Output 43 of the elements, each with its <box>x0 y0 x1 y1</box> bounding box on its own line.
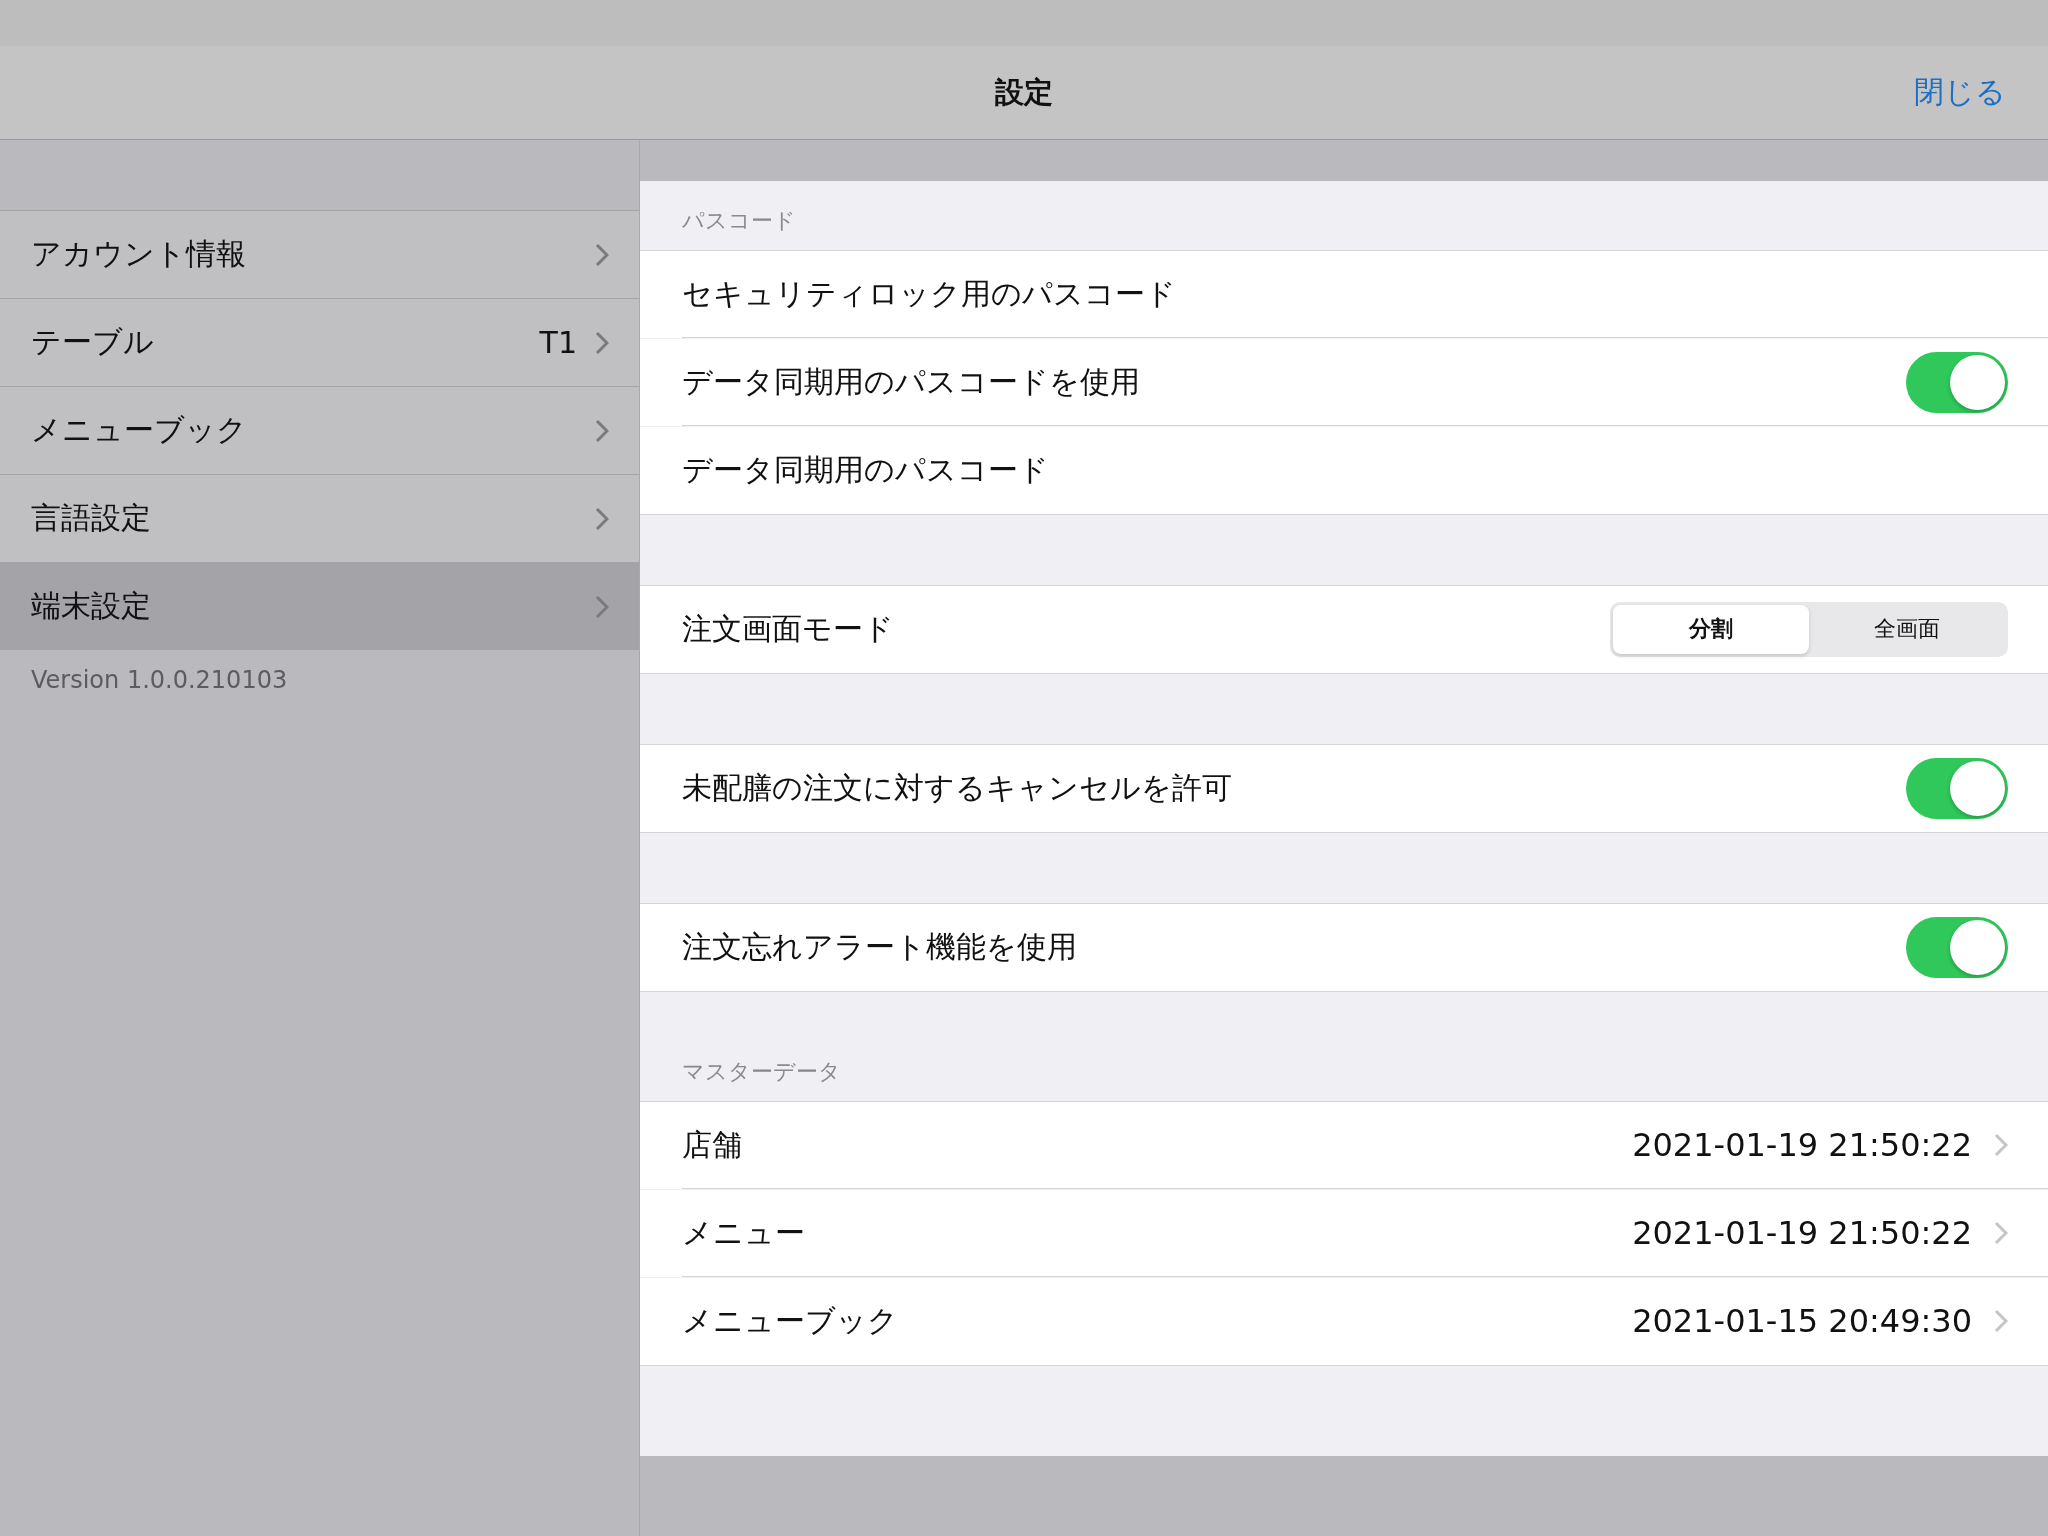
row-label: セキュリティロック用のパスコード <box>682 274 1177 313</box>
sidebar-item-label: 端末設定 <box>31 587 152 625</box>
row-label: メニュー <box>682 1213 806 1252</box>
row-label: 未配膳の注文に対するキャンセルを許可 <box>682 768 1233 807</box>
toggle-switch[interactable] <box>1906 351 2008 413</box>
window-title: 設定 <box>995 73 1053 111</box>
chevron-right-icon <box>595 594 609 619</box>
row-label: 店舗 <box>682 1125 743 1164</box>
chevron-right-icon <box>1994 1221 2008 1245</box>
settings-row[interactable]: 店舗 2021-01-19 21:50:22 <box>640 1102 2048 1189</box>
row-label: メニューブック <box>682 1301 899 1340</box>
sidebar-item-label: メニューブック <box>31 411 248 449</box>
sidebar-item[interactable]: アカウント情報 <box>0 210 639 298</box>
toggle-switch[interactable] <box>1906 757 2008 819</box>
row-label: データ同期用のパスコードを使用 <box>682 362 1141 401</box>
sidebar-item-label: 言語設定 <box>31 499 152 537</box>
row-label: 注文画面モード <box>682 609 895 648</box>
segment-option[interactable]: 全画面 <box>1809 604 2005 654</box>
row-label: 注文忘れアラート機能を使用 <box>682 927 1078 966</box>
chevron-right-icon <box>595 330 609 355</box>
chevron-right-icon <box>595 418 609 443</box>
settings-row[interactable]: メニューブック 2021-01-15 20:49:30 <box>640 1278 2048 1365</box>
sidebar-item-value: T1 <box>539 325 577 360</box>
version-text: Version 1.0.0.210103 <box>30 665 289 696</box>
timestamp-text: 2021-01-15 20:49:30 <box>1632 1302 1972 1340</box>
settings-row[interactable]: メニュー 2021-01-19 21:50:22 <box>640 1190 2048 1277</box>
row-label: データ同期用のパスコード <box>682 450 1050 489</box>
section-header: パスコード <box>682 207 796 235</box>
chevron-right-icon <box>595 506 609 531</box>
toggle-switch[interactable] <box>1906 916 2008 978</box>
sidebar-item[interactable]: 言語設定 <box>0 474 639 562</box>
timestamp-text: 2021-01-19 21:50:22 <box>1632 1126 1972 1164</box>
sidebar-item-label: テーブル <box>31 323 155 361</box>
segment-option[interactable]: 分割 <box>1613 604 1809 654</box>
sidebar-item[interactable]: メニューブック <box>0 386 639 474</box>
sidebar-item-label: アカウント情報 <box>31 235 247 273</box>
chevron-right-icon <box>1994 1133 2008 1157</box>
sidebar-item[interactable]: テーブル T1 <box>0 298 639 386</box>
chevron-right-icon <box>1994 1309 2008 1333</box>
sidebar-item[interactable]: 端末設定 <box>0 562 639 650</box>
chevron-right-icon <box>595 242 609 267</box>
section-header: マスターデータ <box>682 1058 841 1086</box>
timestamp-text: 2021-01-19 21:50:22 <box>1632 1214 1972 1252</box>
